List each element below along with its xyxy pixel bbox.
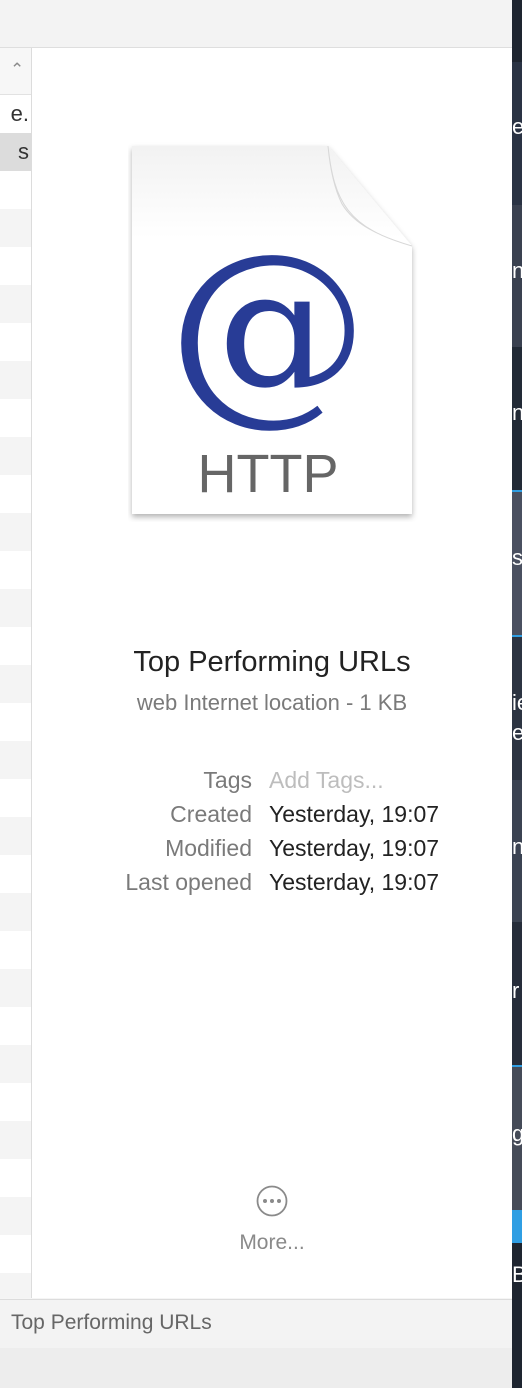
tags-label: Tags bbox=[203, 767, 252, 793]
list-row[interactable] bbox=[0, 931, 31, 969]
created-label: Created bbox=[170, 801, 252, 827]
list-row[interactable] bbox=[0, 855, 31, 893]
last-opened-value: Yesterday, 19:07 bbox=[269, 869, 440, 895]
background-text-fragment: nt bbox=[512, 258, 522, 283]
list-row[interactable] bbox=[0, 171, 31, 209]
list-row[interactable] bbox=[0, 513, 31, 551]
status-area bbox=[0, 1348, 512, 1388]
list-row[interactable] bbox=[0, 399, 31, 437]
list-row[interactable] bbox=[0, 475, 31, 513]
more-label: More... bbox=[239, 1231, 305, 1254]
tags-field[interactable]: Add Tags... bbox=[269, 767, 384, 794]
background-text-fragment: g bbox=[512, 1121, 522, 1146]
list-row[interactable] bbox=[0, 361, 31, 399]
list-row[interactable] bbox=[0, 1159, 31, 1197]
list-row[interactable] bbox=[0, 209, 31, 247]
list-row[interactable] bbox=[0, 817, 31, 855]
last-opened-label: Last opened bbox=[125, 869, 252, 895]
background-text-fragment: Bi bbox=[512, 1262, 522, 1287]
list-row[interactable] bbox=[0, 969, 31, 1007]
background-text-fragment: s bbox=[512, 545, 522, 570]
list-row[interactable] bbox=[0, 1007, 31, 1045]
background-window-strip: e nt ns s ie er n r g Bi bbox=[512, 0, 522, 1388]
ellipsis-circle-icon bbox=[256, 1185, 288, 1217]
background-text-fragment: ns bbox=[512, 400, 522, 425]
background-text-fragment: r bbox=[512, 978, 520, 1003]
list-row[interactable] bbox=[0, 1235, 31, 1273]
path-item[interactable]: Top Performing URLs bbox=[11, 1311, 212, 1335]
list-row[interactable] bbox=[0, 665, 31, 703]
http-document-icon: @ HTTP bbox=[132, 145, 413, 514]
toolbar bbox=[0, 0, 512, 48]
list-row-label: e. bbox=[10, 101, 29, 126]
created-value: Yesterday, 19:07 bbox=[269, 801, 440, 827]
icon-text: HTTP bbox=[198, 444, 339, 504]
at-symbol: @ bbox=[168, 211, 368, 444]
list-row[interactable]: e. bbox=[0, 95, 31, 133]
list-row[interactable] bbox=[0, 437, 31, 475]
list-row-label: s bbox=[18, 139, 29, 164]
background-text-fragment: ie bbox=[512, 690, 522, 715]
path-bar: Top Performing URLs bbox=[0, 1299, 512, 1349]
list-row[interactable] bbox=[0, 285, 31, 323]
list-column-header[interactable]: ⌃ bbox=[0, 48, 31, 95]
preview-pane: @ HTTP Top Performing URLs web Internet … bbox=[32, 48, 512, 1298]
background-text-fragment: er bbox=[512, 720, 522, 745]
list-row-selected[interactable]: s bbox=[0, 133, 31, 171]
list-row[interactable] bbox=[0, 247, 31, 285]
list-row[interactable] bbox=[0, 1197, 31, 1235]
more-button[interactable]: More... bbox=[222, 1183, 322, 1273]
list-row[interactable] bbox=[0, 589, 31, 627]
modified-value: Yesterday, 19:07 bbox=[269, 835, 440, 861]
background-text-fragment: n bbox=[512, 834, 522, 859]
list-row[interactable] bbox=[0, 323, 31, 361]
list-row[interactable] bbox=[0, 741, 31, 779]
list-row[interactable] bbox=[0, 1121, 31, 1159]
list-row[interactable] bbox=[0, 1083, 31, 1121]
modified-label: Modified bbox=[165, 835, 252, 861]
list-row[interactable] bbox=[0, 703, 31, 741]
list-row[interactable] bbox=[0, 1273, 31, 1298]
background-tile-bar bbox=[512, 1210, 522, 1243]
list-row[interactable] bbox=[0, 779, 31, 817]
background-text-fragment: e bbox=[512, 114, 522, 139]
list-row[interactable] bbox=[0, 893, 31, 931]
chevron-up-icon[interactable]: ⌃ bbox=[10, 60, 24, 80]
file-list[interactable]: ⌃ e. s bbox=[0, 48, 32, 1298]
list-row[interactable] bbox=[0, 627, 31, 665]
file-name: Top Performing URLs bbox=[133, 646, 411, 678]
list-row[interactable] bbox=[0, 1045, 31, 1083]
list-row[interactable] bbox=[0, 551, 31, 589]
file-kind-size: web Internet location - 1 KB bbox=[136, 690, 408, 715]
